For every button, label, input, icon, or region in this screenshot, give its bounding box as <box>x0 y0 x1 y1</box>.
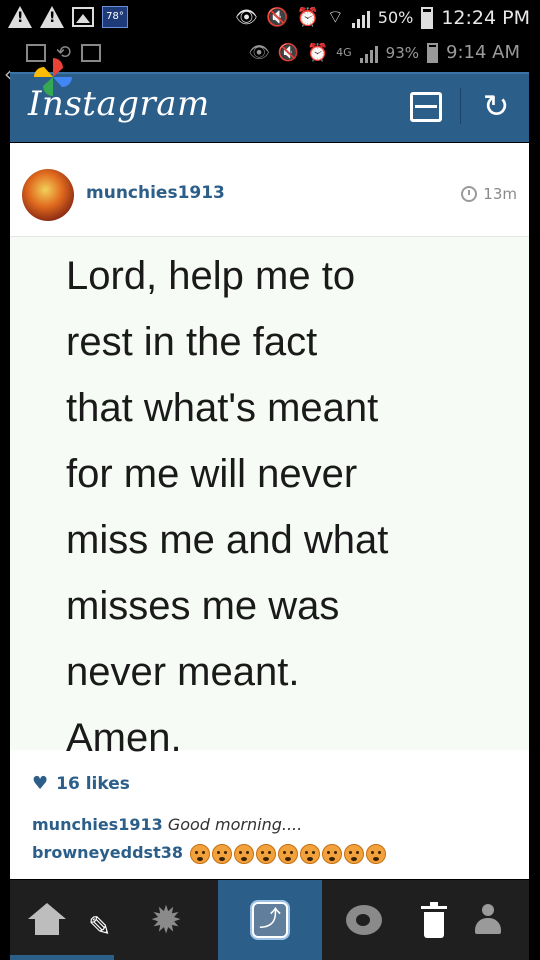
comment-emoji-row <box>188 843 387 864</box>
quote-line: Lord, help me to <box>66 254 356 298</box>
battery-percent: 93% <box>385 43 419 62</box>
inbox-icon[interactable] <box>410 92 442 122</box>
mute-icon: 🔇 <box>266 7 289 28</box>
timestamp-text: 13m <box>483 185 517 203</box>
face-emoji-icon <box>322 843 343 864</box>
quote-line: rest in the fact <box>66 320 318 364</box>
back-chevron-icon[interactable]: ‹ <box>4 62 12 86</box>
quote-line: miss me and what <box>66 518 389 562</box>
clock-icon <box>461 186 478 202</box>
avatar[interactable] <box>22 169 74 221</box>
eye-icon: 👁 <box>248 42 270 63</box>
face-emoji-icon <box>344 843 365 864</box>
alarm-icon: ⏰ <box>306 42 329 63</box>
eye-icon: 👁 <box>235 7 259 28</box>
trash-icon[interactable] <box>421 902 447 938</box>
alarm-icon: ⏰ <box>296 7 319 28</box>
app-header: Instagram ↻ <box>10 72 529 142</box>
signal-icon <box>351 8 370 28</box>
nav-explore[interactable]: ✹ <box>114 880 218 960</box>
comment: munchies1913 Good morning.... <box>32 815 302 834</box>
battery-icon <box>421 6 434 29</box>
face-emoji-icon <box>256 843 277 864</box>
comment-username[interactable]: browneyeddst38 <box>32 843 183 862</box>
weather-temperature: 78° <box>102 6 128 28</box>
quote-line: for me will never <box>66 452 358 496</box>
post-username[interactable]: munchies1913 <box>86 183 225 203</box>
face-emoji-icon <box>212 843 233 864</box>
face-emoji-icon <box>190 843 211 864</box>
image-notification-icon <box>72 7 94 27</box>
network-type: 4G <box>336 46 352 59</box>
refresh-icon[interactable]: ↻ <box>480 88 512 124</box>
mute-icon: 🔇 <box>277 42 299 63</box>
comment-username[interactable]: munchies1913 <box>32 815 163 834</box>
face-emoji-icon <box>234 843 255 864</box>
post-card: munchies1913 13m Lord, help me to rest i… <box>10 143 529 879</box>
signal-icon <box>359 43 378 63</box>
face-emoji-icon <box>278 843 299 864</box>
warning-icon <box>8 6 32 28</box>
status-time: 9:14 AM <box>446 42 520 63</box>
secondary-status-bar: ⟲ 👁 🔇 ⏰ 4G 93% 9:14 AM <box>0 38 540 72</box>
header-divider <box>460 88 461 124</box>
post-image[interactable]: Lord, help me to rest in the fact that w… <box>10 236 529 760</box>
status-bar: 78° 👁 🔇 ⏰ ⌔ 50% 12:24 PM <box>0 0 540 38</box>
profile-icon <box>473 904 503 936</box>
bag-icon <box>81 43 102 62</box>
comment: browneyeddst38 <box>32 843 387 864</box>
quote-text: Lord, help me to rest in the fact that w… <box>66 243 506 771</box>
battery-icon <box>427 42 438 63</box>
photos-pinwheel-icon <box>34 58 72 96</box>
comment-text: Good morning.... <box>167 815 303 834</box>
share-icon[interactable]: ⤴ <box>252 902 288 938</box>
activity-icon <box>346 905 382 935</box>
explore-icon: ✹ <box>150 898 182 942</box>
face-emoji-icon <box>366 843 387 864</box>
quote-line: never meant. <box>66 650 300 694</box>
home-icon <box>28 903 66 937</box>
nav-activity[interactable] <box>322 880 426 960</box>
pencil-icon[interactable]: ✎ <box>88 910 111 943</box>
face-emoji-icon <box>300 843 321 864</box>
warning-icon <box>40 6 64 28</box>
battery-percent: 50% <box>377 8 414 27</box>
quote-line: that what's meant <box>66 386 379 430</box>
quote-line: Amen. <box>66 716 182 760</box>
status-time: 12:24 PM <box>441 6 530 29</box>
likes-count: 16 likes <box>56 773 130 794</box>
active-tab-indicator <box>10 955 114 960</box>
heart-icon: ♥ <box>32 773 49 794</box>
likes-row[interactable]: ♥ 16 likes <box>32 773 130 794</box>
post-timestamp: 13m <box>461 185 517 203</box>
quote-line: misses me was <box>66 584 340 628</box>
wifi-icon: ⌔ <box>326 7 344 28</box>
